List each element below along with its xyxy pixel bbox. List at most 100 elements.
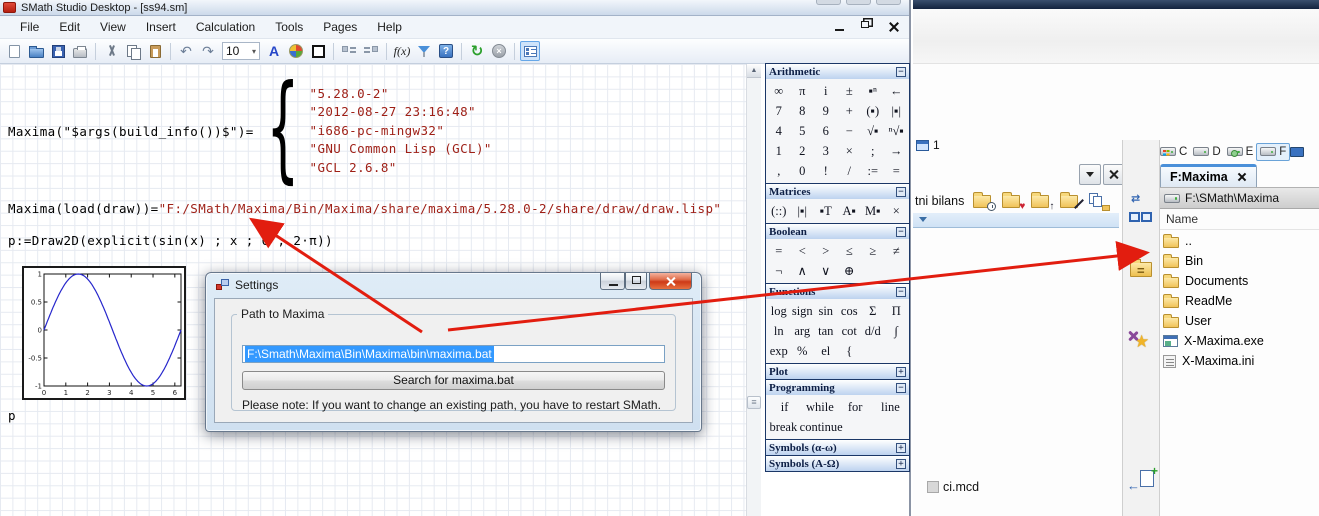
palette-symbol[interactable]: , [767, 161, 791, 181]
palette-symbol[interactable]: = [885, 161, 909, 181]
smath-titlebar[interactable]: SMath Studio Desktop - [ss94.sm] [0, 0, 909, 16]
palette-symbol[interactable]: = [767, 241, 791, 261]
palette-header-boolean[interactable]: Boolean− [766, 224, 909, 239]
palette-symbol[interactable]: ⁿ√▪ [885, 121, 909, 141]
align-horizontal-button[interactable] [339, 41, 359, 61]
palette-symbol[interactable]: continue [800, 417, 843, 437]
expand-icon[interactable]: + [896, 367, 906, 377]
folder-tab-fmaxima[interactable]: F:Maxima [1160, 164, 1257, 187]
palette-symbol[interactable]: ≠ [885, 241, 909, 261]
search-maxima-button[interactable]: Search for maxima.bat [242, 371, 665, 390]
menu-view[interactable]: View [90, 18, 136, 36]
palette-symbol[interactable]: ! [814, 161, 838, 181]
palette-symbol[interactable]: Σ [861, 301, 885, 321]
redo-button[interactable]: ↷ [198, 41, 218, 61]
folder-compare-icon[interactable]: = [1128, 256, 1156, 282]
side-panel-toggle-button[interactable] [520, 41, 540, 61]
undo-button[interactable]: ↶ [176, 41, 196, 61]
menu-edit[interactable]: Edit [49, 18, 90, 36]
swap-panels-icon[interactable]: ⇄ [1128, 196, 1156, 222]
function-button[interactable]: f(x) [392, 41, 412, 61]
expression-load-draw[interactable]: Maxima(load(draw))="F:/SMath/Maxima/Bin/… [8, 200, 721, 218]
palette-symbol[interactable]: / [838, 161, 862, 181]
dialog-maximize-button[interactable] [625, 273, 647, 290]
recalculate-button[interactable]: ↻ [467, 41, 487, 61]
palette-header-symbols[interactable]: Symbols (α-ω)+ [766, 440, 909, 455]
collapse-icon[interactable]: − [896, 67, 906, 77]
palette-header-programming[interactable]: Programming− [766, 380, 909, 395]
menu-help[interactable]: Help [367, 18, 412, 36]
palette-symbol[interactable]: 2 [791, 141, 815, 161]
palette-symbol[interactable]: ∧ [791, 261, 815, 281]
current-path-bar[interactable]: F:\SMath\Maxima [1160, 187, 1319, 209]
new-button[interactable] [4, 41, 24, 61]
sine-plot[interactable]: 0123456-1-0.500.51 [22, 266, 186, 400]
palette-symbol[interactable]: ⊕ [838, 261, 862, 281]
background-color-button[interactable] [286, 41, 306, 61]
dialog-close-button[interactable] [649, 273, 692, 290]
fm-selected-row[interactable] [913, 213, 1119, 228]
drive-button-f[interactable]: F [1256, 143, 1290, 161]
font-color-button[interactable]: A [264, 41, 284, 61]
palette-symbol[interactable]: ± [838, 81, 862, 101]
palette-symbol[interactable]: 5 [791, 121, 815, 141]
palette-symbol[interactable]: { [838, 341, 862, 361]
cut-button[interactable] [101, 41, 121, 61]
palette-symbol[interactable]: if [767, 397, 802, 417]
mdi-restore-button[interactable] [858, 19, 876, 34]
help-button[interactable]: ? [436, 41, 456, 61]
palette-symbol[interactable]: ∫ [885, 321, 909, 341]
collapse-icon[interactable]: − [896, 383, 906, 393]
scrollbar-grip[interactable]: ≡ [747, 396, 761, 409]
network-drive-icon-partial[interactable] [1290, 147, 1304, 157]
menu-calculation[interactable]: Calculation [186, 18, 265, 36]
dialog-minimize-button[interactable] [600, 273, 625, 290]
scroll-up-button[interactable]: ▲ [747, 64, 761, 78]
palette-symbol[interactable]: el [814, 341, 838, 361]
palette-header-functions[interactable]: Functions− [766, 284, 909, 299]
file-row-readme[interactable]: ReadMe [1160, 291, 1319, 311]
palette-symbol[interactable]: ← [885, 81, 909, 101]
palette-symbol[interactable]: ¬ [767, 261, 791, 281]
palette-symbol[interactable]: → [885, 141, 909, 161]
palette-symbol[interactable]: (::) [767, 201, 791, 221]
palette-symbol[interactable]: 8 [791, 101, 815, 121]
menu-insert[interactable]: Insert [136, 18, 186, 36]
palette-symbol[interactable]: break [767, 417, 800, 437]
favorites-folder-button[interactable]: ♥ [1001, 191, 1025, 211]
history-folder-button[interactable] [972, 191, 996, 211]
palette-symbol[interactable]: × [885, 201, 909, 221]
canvas-scrollbar[interactable]: ▲ ≡ [746, 64, 761, 516]
align-vertical-button[interactable] [361, 41, 381, 61]
palette-symbol[interactable]: 1 [767, 141, 791, 161]
palette-symbol[interactable]: cot [838, 321, 862, 341]
palette-symbol[interactable]: ∞ [767, 81, 791, 101]
paste-button[interactable] [145, 41, 165, 61]
copy-button[interactable] [123, 41, 143, 61]
file-row-documents[interactable]: Documents [1160, 271, 1319, 291]
file-row--[interactable]: .. [1160, 231, 1319, 251]
collapse-icon[interactable]: − [896, 187, 906, 197]
expression-draw2d[interactable]: p:=Draw2D(explicit(sin(x) ; x ; 0 ; 2·π)… [8, 232, 333, 250]
palette-symbol[interactable]: + [838, 101, 862, 121]
palette-symbol[interactable]: sign [791, 301, 815, 321]
palette-symbol[interactable]: ▪T [814, 201, 838, 221]
palette-symbol[interactable]: arg [791, 321, 815, 341]
palette-symbol[interactable]: M▪ [861, 201, 885, 221]
open-button[interactable] [26, 41, 46, 61]
palette-symbol[interactable]: Π [885, 301, 909, 321]
mdi-minimize-button[interactable] [831, 19, 849, 34]
file-row-x-maxima-ini[interactable]: X-Maxima.ini [1160, 351, 1319, 371]
parent-folder-button[interactable]: ↑ [1030, 191, 1054, 211]
palette-symbol[interactable]: ▪ⁿ [861, 81, 885, 101]
collapse-icon[interactable]: − [896, 227, 906, 237]
expand-icon[interactable]: + [896, 459, 906, 469]
palette-symbol[interactable]: := [861, 161, 885, 181]
file-row-bin[interactable]: Bin [1160, 251, 1319, 271]
palette-symbol[interactable]: cos [838, 301, 862, 321]
palette-symbol[interactable]: ≥ [861, 241, 885, 261]
palette-symbol[interactable]: |▪| [885, 101, 909, 121]
root-folder-button[interactable] [1059, 191, 1083, 211]
menu-tools[interactable]: Tools [265, 18, 313, 36]
palette-symbol[interactable]: |▪| [791, 201, 815, 221]
